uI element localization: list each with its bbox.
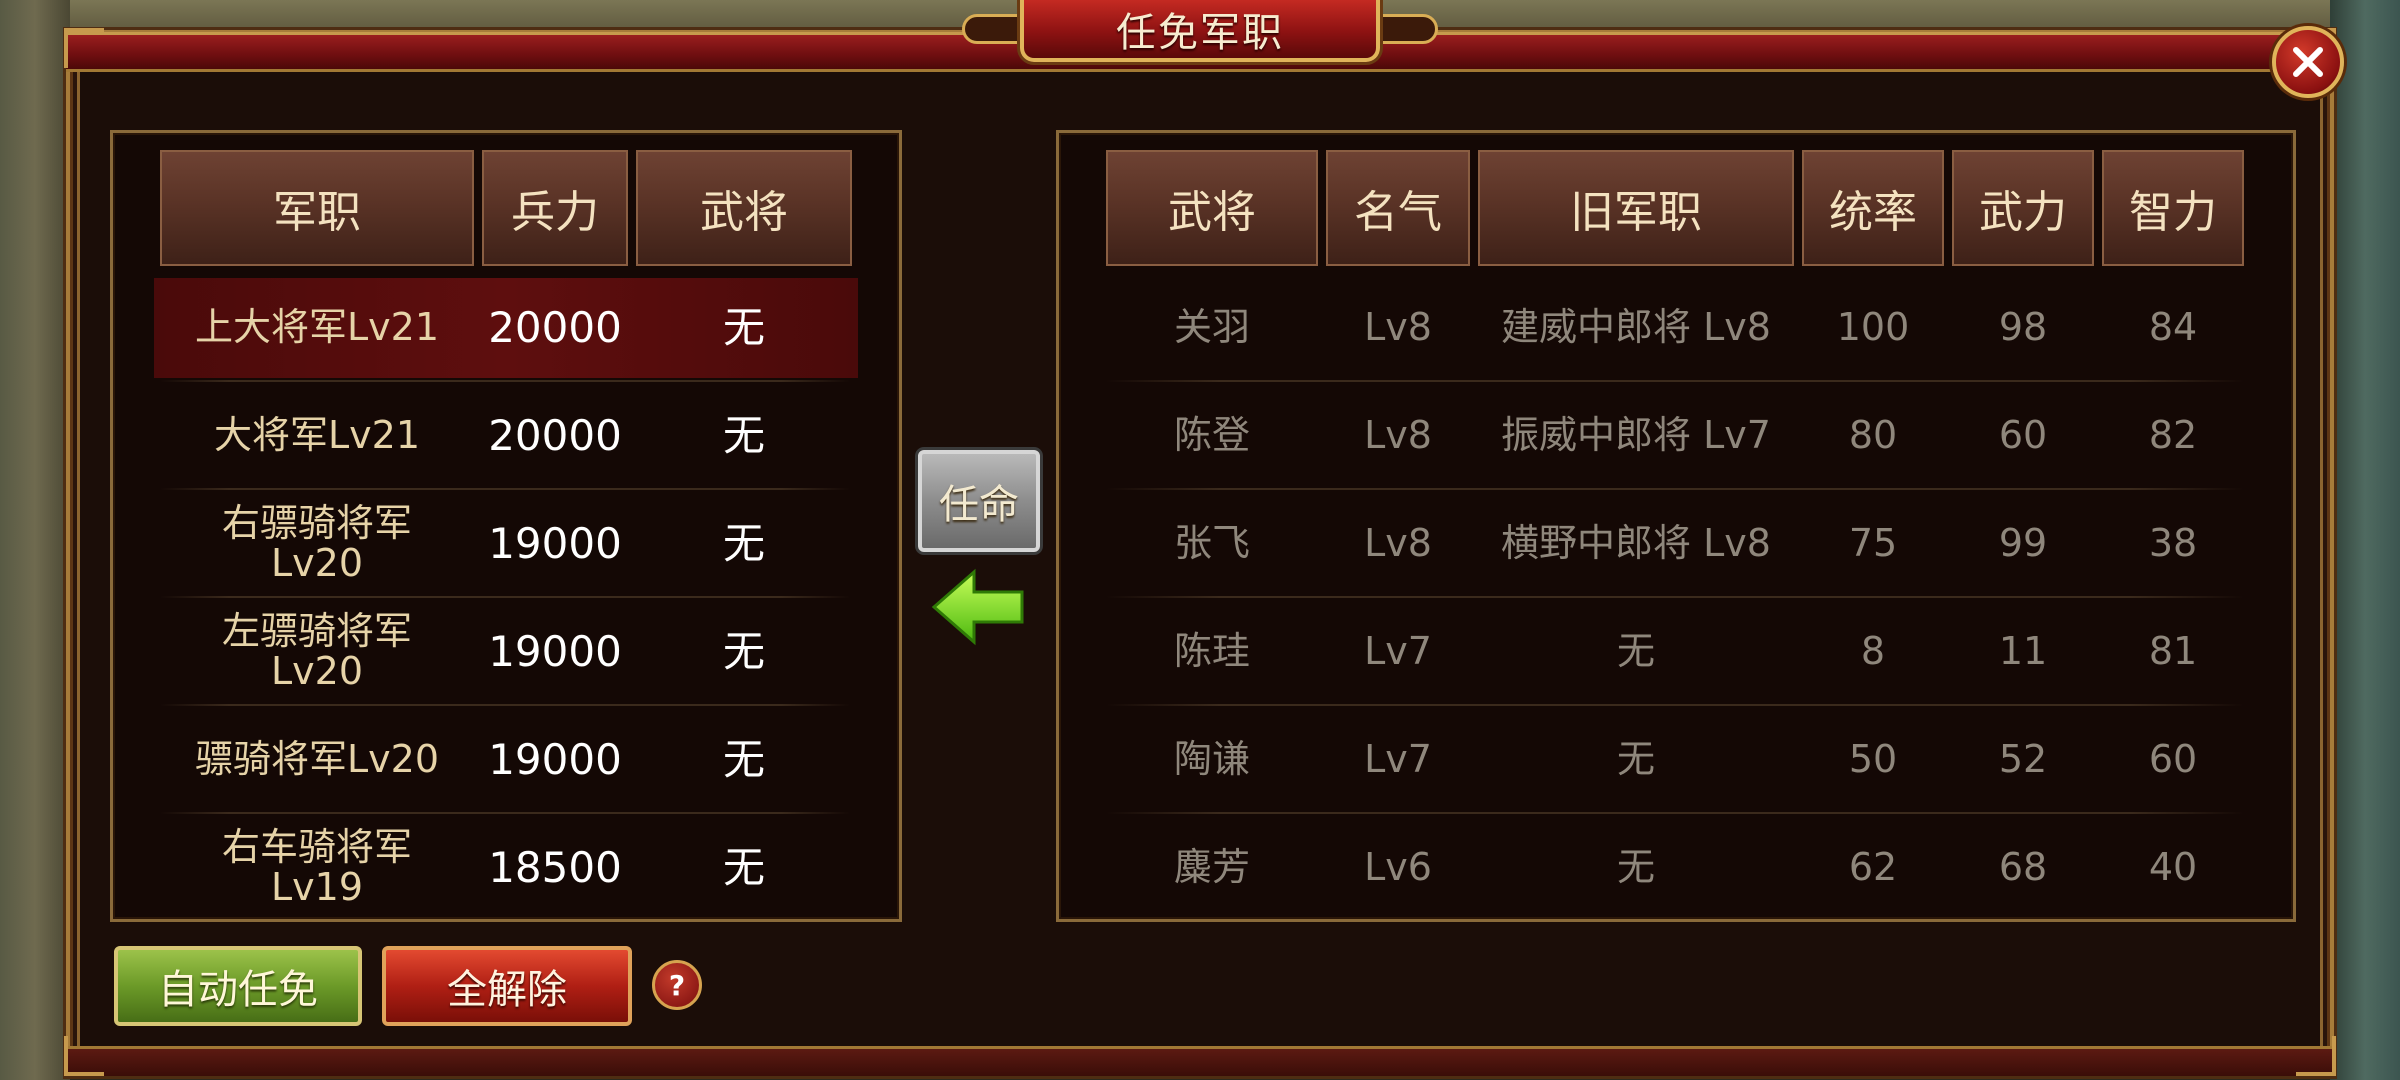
cell-old-position: 振威中郎将 Lv7 xyxy=(1501,413,1771,458)
row-divider xyxy=(1106,380,2244,382)
cell-general-name: 关羽 xyxy=(1173,305,1250,350)
appoint-button[interactable]: 任命 xyxy=(918,450,1040,552)
row-divider xyxy=(160,812,850,814)
cell-fame: Lv7 xyxy=(1364,737,1432,782)
cell-general: 无 xyxy=(722,302,765,352)
header-position: 军职 xyxy=(160,150,474,266)
cell-general-name: 陶谦 xyxy=(1173,737,1250,782)
cell-force: 99 xyxy=(1998,521,2048,566)
cell-fame: Lv7 xyxy=(1364,629,1432,674)
cell-troops: 20000 xyxy=(488,302,622,352)
cell-old-position: 无 xyxy=(1616,845,1655,890)
header-fame: 名气 xyxy=(1326,150,1470,266)
frame-corner xyxy=(64,1036,104,1076)
cell-position: 上大将军Lv21 xyxy=(194,305,439,350)
map-background-right xyxy=(2330,0,2400,1080)
cell-troops: 20000 xyxy=(488,410,622,460)
close-icon xyxy=(2293,47,2323,77)
header-troops: 兵力 xyxy=(482,150,628,266)
cell-intellect: 82 xyxy=(2148,413,2198,458)
cell-general-name: 陈登 xyxy=(1173,413,1250,458)
row-divider xyxy=(160,488,850,490)
cell-intellect: 81 xyxy=(2148,629,2198,674)
cell-force: 98 xyxy=(1998,305,2048,350)
row-divider xyxy=(1106,812,2244,814)
arrow-left-icon xyxy=(931,568,1024,646)
cell-force: 52 xyxy=(1998,737,2048,782)
cell-fame: Lv8 xyxy=(1364,305,1432,350)
cell-old-position: 建威中郎将 Lv8 xyxy=(1501,305,1771,350)
cell-position: 右车骑将军 Lv19 xyxy=(221,825,412,909)
cell-position: 左骠骑将军 Lv20 xyxy=(221,609,412,693)
cell-old-position: 无 xyxy=(1616,629,1655,674)
cell-general: 无 xyxy=(722,410,765,460)
cell-force: 60 xyxy=(1998,413,2048,458)
cell-command: 50 xyxy=(1848,737,1898,782)
cell-general-name: 陈珪 xyxy=(1173,629,1250,674)
cell-command: 62 xyxy=(1848,845,1898,890)
row-divider xyxy=(1106,704,2244,706)
header-general: 武将 xyxy=(636,150,852,266)
cell-fame: Lv8 xyxy=(1364,521,1432,566)
dialog-title: 任免军职 xyxy=(1116,10,1284,56)
row-divider xyxy=(1106,596,2244,598)
cell-general: 无 xyxy=(722,734,765,784)
cell-command: 100 xyxy=(1836,305,1910,350)
cell-command: 75 xyxy=(1848,521,1898,566)
cell-troops: 18500 xyxy=(488,842,622,892)
cell-general-name: 麋芳 xyxy=(1173,845,1250,890)
cell-troops: 19000 xyxy=(488,734,622,784)
cell-command: 80 xyxy=(1848,413,1898,458)
header-general-name: 武将 xyxy=(1106,150,1318,266)
cell-force: 11 xyxy=(1998,629,2048,674)
header-intellect: 智力 xyxy=(2102,150,2244,266)
cell-old-position: 无 xyxy=(1616,737,1655,782)
auto-appoint-button[interactable]: 自动任免 xyxy=(114,946,362,1026)
frame-corner xyxy=(2296,1036,2336,1076)
cell-command: 8 xyxy=(1860,629,1886,674)
row-divider xyxy=(160,380,850,382)
header-command: 统率 xyxy=(1802,150,1944,266)
cell-general: 无 xyxy=(722,842,765,892)
close-button[interactable] xyxy=(2272,26,2344,98)
cell-fame: Lv6 xyxy=(1364,845,1432,890)
frame-corner xyxy=(64,28,104,68)
cell-intellect: 38 xyxy=(2148,521,2198,566)
cell-force: 68 xyxy=(1998,845,2048,890)
title-plate: 任免军职 xyxy=(1020,0,1380,62)
cell-intellect: 60 xyxy=(2148,737,2198,782)
cell-general-name: 张飞 xyxy=(1173,521,1250,566)
cell-troops: 19000 xyxy=(488,518,622,568)
cell-intellect: 84 xyxy=(2148,305,2198,350)
help-button[interactable]: ? xyxy=(652,960,702,1010)
cell-fame: Lv8 xyxy=(1364,413,1432,458)
cell-general: 无 xyxy=(722,626,765,676)
cell-troops: 19000 xyxy=(488,626,622,676)
row-divider xyxy=(160,596,850,598)
cell-position: 大将军Lv21 xyxy=(213,413,420,458)
cell-general: 无 xyxy=(722,518,765,568)
cell-position: 骠骑将军Lv20 xyxy=(194,737,439,782)
row-divider xyxy=(1106,488,2244,490)
header-force: 武力 xyxy=(1952,150,2094,266)
cell-position: 右骠骑将军 Lv20 xyxy=(221,501,412,585)
row-divider xyxy=(160,704,850,706)
header-old-position: 旧军职 xyxy=(1478,150,1794,266)
map-background-left xyxy=(0,0,70,1080)
clear-all-button[interactable]: 全解除 xyxy=(382,946,632,1026)
cell-intellect: 40 xyxy=(2148,845,2198,890)
cell-old-position: 横野中郎将 Lv8 xyxy=(1501,521,1771,566)
dialog-bottom-band xyxy=(66,1046,2334,1076)
